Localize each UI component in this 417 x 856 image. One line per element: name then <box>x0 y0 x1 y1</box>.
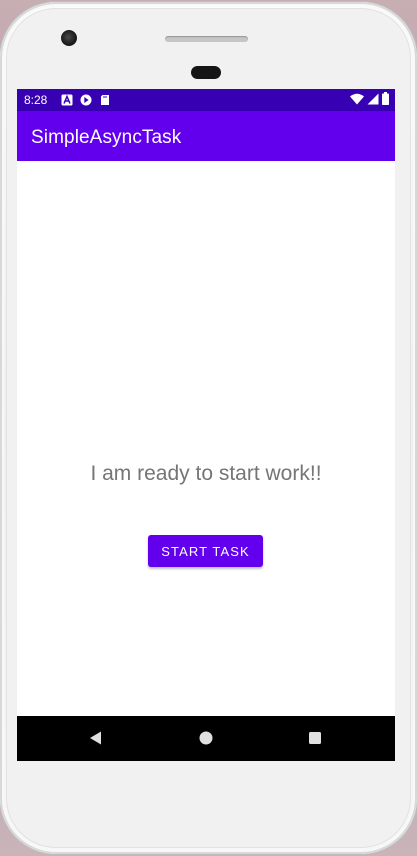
recents-icon[interactable] <box>305 728 325 748</box>
home-icon[interactable] <box>196 728 216 748</box>
status-message: I am ready to start work!! <box>90 462 322 485</box>
signal-icon <box>367 93 379 108</box>
battery-icon <box>382 92 389 108</box>
phone-frame: 8:28 SimpleAsyncTask I am ready to start… <box>0 2 417 854</box>
app-bar: SimpleAsyncTask <box>17 111 395 161</box>
navigation-bar <box>17 716 395 761</box>
sd-card-icon <box>99 94 111 106</box>
device-screen: 8:28 SimpleAsyncTask I am ready to start… <box>17 89 395 761</box>
start-task-button[interactable]: START TASK <box>148 535 263 567</box>
front-camera <box>61 30 77 46</box>
earpiece-speaker <box>165 36 248 42</box>
back-icon[interactable] <box>86 728 106 748</box>
app-title: SimpleAsyncTask <box>31 127 182 148</box>
google-play-icon <box>80 94 92 106</box>
wifi-icon <box>350 93 364 108</box>
proximity-sensor <box>191 66 221 79</box>
system-icons <box>350 92 389 108</box>
status-time: 8:28 <box>24 93 48 107</box>
a-icon <box>61 94 73 106</box>
main-content: I am ready to start work!! START TASK <box>17 161 395 716</box>
status-bar: 8:28 <box>17 89 395 111</box>
